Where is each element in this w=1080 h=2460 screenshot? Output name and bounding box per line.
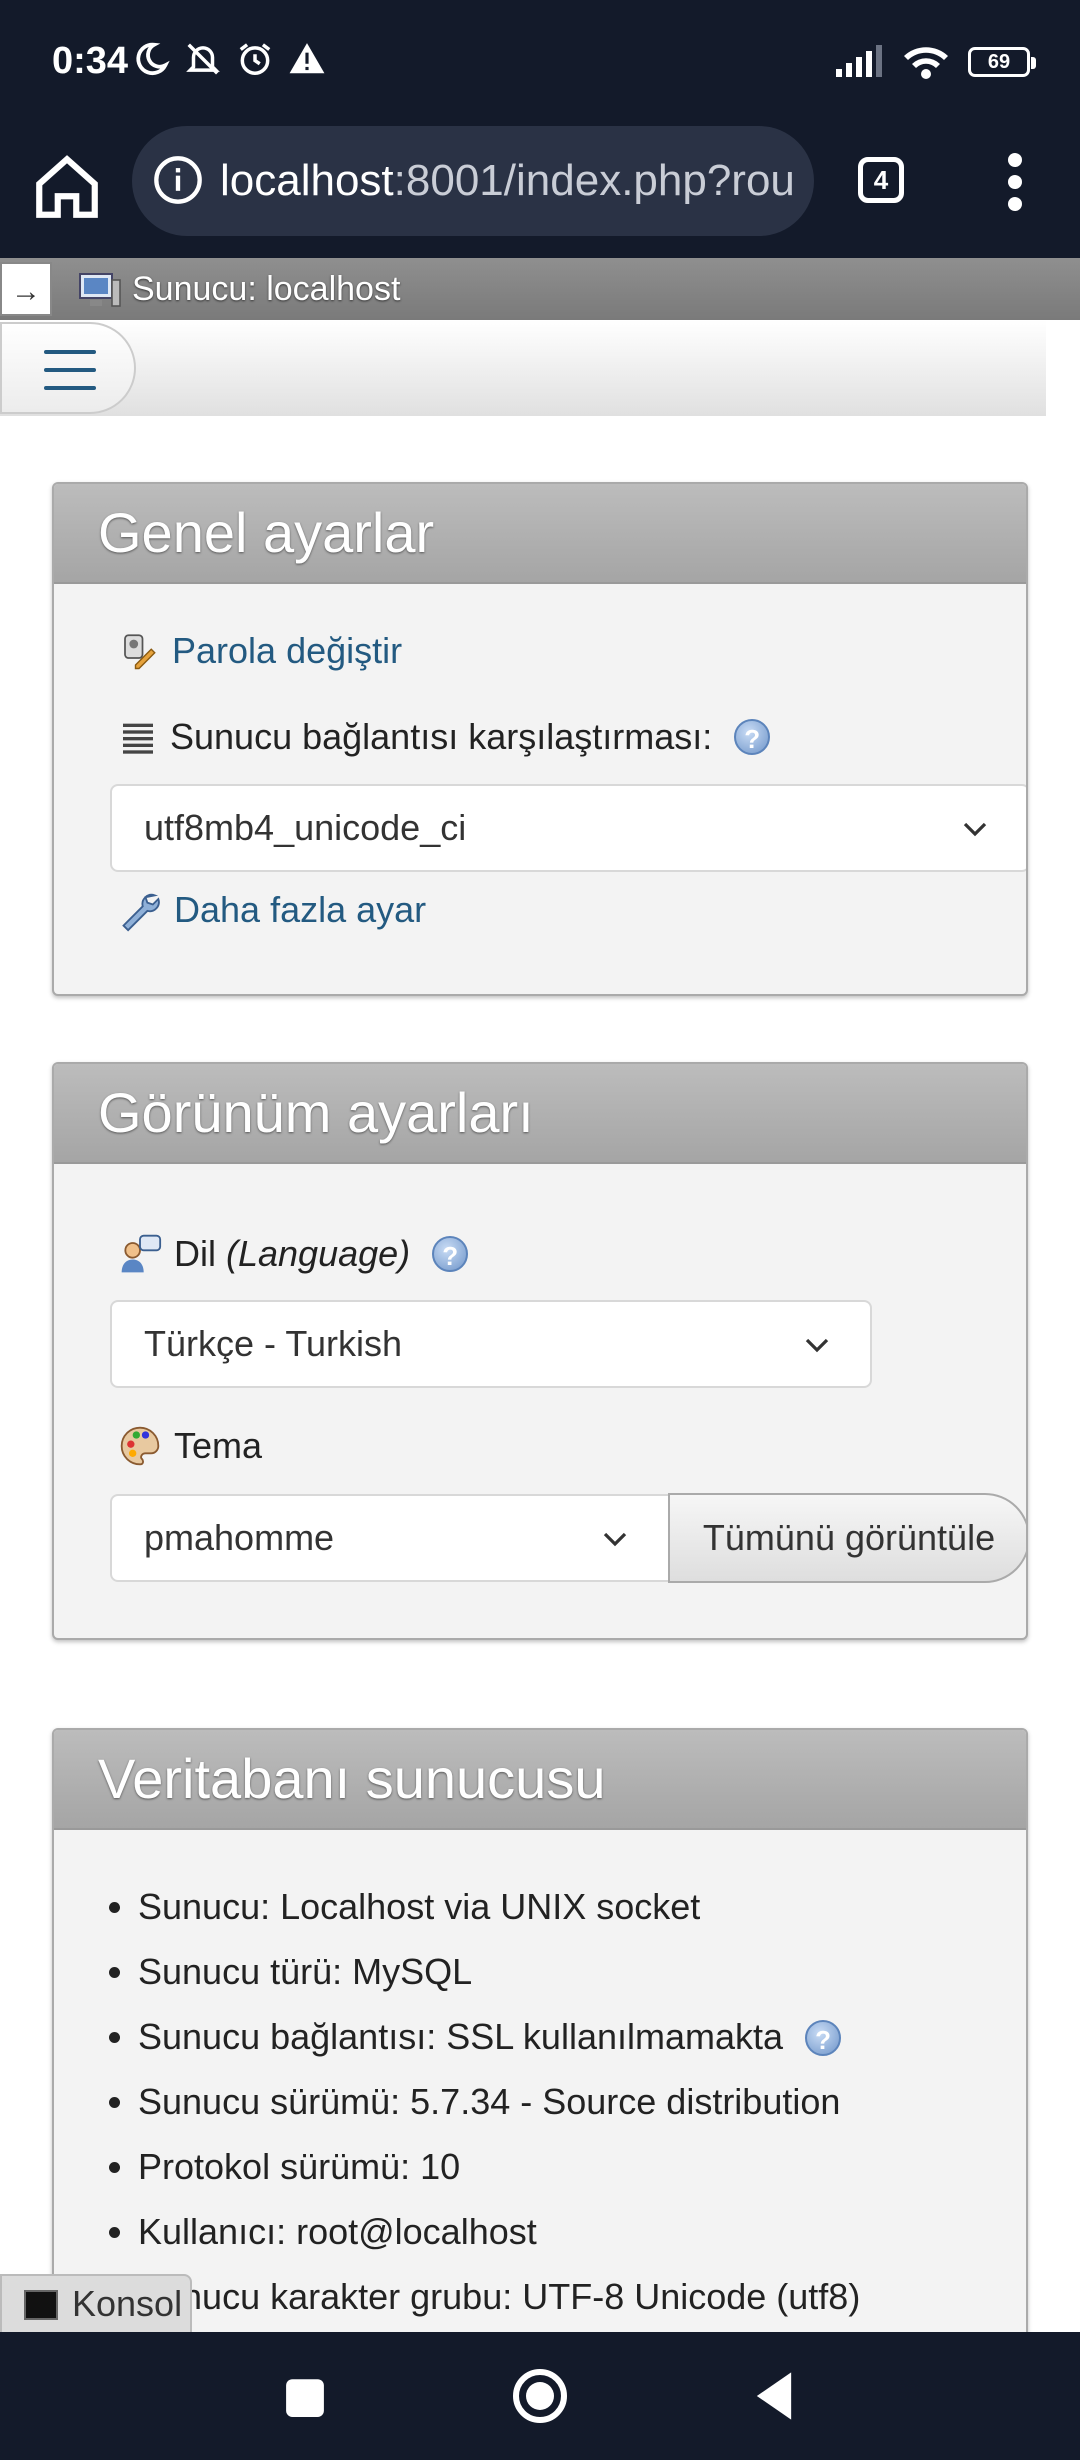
theme-select-value: pmahomme <box>144 1517 335 1558</box>
more-settings-row[interactable]: Daha fazla ayar <box>118 888 426 932</box>
console-label: Konsol <box>72 2283 183 2324</box>
change-password-link[interactable]: Parola değiştir <box>172 630 402 672</box>
password-edit-icon <box>124 634 156 670</box>
language-label-row: Dil (Language) ? <box>118 1232 469 1276</box>
battery-icon: 69 <box>968 47 1036 77</box>
panel-title: Görünüm ayarları <box>54 1064 1026 1164</box>
server-info-list: Sunucu: Localhost via UNIX socket Sunucu… <box>98 1874 860 2329</box>
server-breadcrumb[interactable]: Sunucu: localhost <box>132 270 400 309</box>
status-bar: 0:34 69 <box>0 0 1080 120</box>
collation-label-row: Sunucu bağlantısı karşılaştırması: ? <box>118 716 771 758</box>
theme-label-row: Tema <box>118 1424 262 1468</box>
status-left-icons <box>132 40 326 78</box>
console-button[interactable]: Konsol <box>0 2274 192 2334</box>
collation-select[interactable]: utf8mb4_unicode_ci <box>110 784 1026 872</box>
help-icon[interactable]: ? <box>805 2020 842 2056</box>
home-icon[interactable] <box>30 150 104 224</box>
language-select-value: Türkçe - Turkish <box>144 1323 403 1364</box>
appearance-settings-panel: Görünüm ayarları Dil (Language) ? Türkçe… <box>52 1062 1028 1640</box>
hamburger-line <box>44 368 96 372</box>
chevron-down-icon <box>963 822 987 837</box>
palette-icon <box>120 1426 160 1466</box>
system-navigation-bar <box>0 2332 1080 2460</box>
url-host: localhost <box>220 156 394 205</box>
moon-icon <box>136 42 170 76</box>
hamburger-line <box>44 386 96 390</box>
list-item: Sunucu: Localhost via UNIX socket <box>138 1874 860 1939</box>
alarm-icon <box>239 43 271 75</box>
chevron-down-icon <box>603 1532 627 1547</box>
signal-icon <box>836 45 882 77</box>
general-settings-panel: Genel ayarlar Parola değiştir Sunucu bağ… <box>52 482 1028 996</box>
url-path: :8001/index.php?rou <box>393 156 795 205</box>
theme-label: Tema <box>174 1425 263 1466</box>
collation-select-value: utf8mb4_unicode_ci <box>144 807 467 848</box>
chevron-down-icon <box>805 1338 829 1353</box>
server-icon <box>79 273 121 307</box>
wrench-icon <box>122 893 160 932</box>
address-bar[interactable]: localhost:8001/index.php?rou <box>132 126 814 236</box>
language-label: Dil <box>174 1233 216 1274</box>
hamburger-line <box>44 350 96 354</box>
list-item: Kullanıcı: root@localhost <box>138 2199 860 2264</box>
list-item-text: Sunucu türü: MySQL <box>138 1951 473 1992</box>
more-settings-link[interactable]: Daha fazla ayar <box>174 889 426 931</box>
url-text[interactable]: localhost:8001/index.php?rou <box>220 156 795 206</box>
navigation-toggle-arrow[interactable]: → <box>0 262 52 316</box>
bell-off-icon <box>186 43 220 75</box>
collation-label: Sunucu bağlantısı karşılaştırması: <box>170 716 713 757</box>
panel-title: Veritabanı sunucusu <box>54 1730 1026 1830</box>
list-item: Sunucu bağlantısı: SSL kullanılmamakta? <box>138 2004 860 2069</box>
list-item-text: Sunucu bağlantısı: SSL kullanılmamakta <box>138 2016 784 2057</box>
console-icon <box>24 2290 58 2320</box>
language-icon <box>121 1234 162 1273</box>
recents-icon[interactable] <box>284 2366 326 2426</box>
wifi-icon <box>904 47 948 79</box>
status-time: 0:34 <box>52 40 129 82</box>
info-icon[interactable] <box>152 154 204 206</box>
back-icon[interactable] <box>752 2366 796 2426</box>
home-nav-icon[interactable] <box>510 2366 570 2426</box>
language-label-en: (Language) <box>226 1233 411 1274</box>
collation-icon <box>123 723 153 754</box>
change-password-row[interactable]: Parola değiştir <box>118 630 402 672</box>
list-item: Sunucu karakter grubu: UTF-8 Unicode (ut… <box>138 2264 860 2329</box>
help-icon[interactable]: ? <box>432 1236 469 1272</box>
top-menu-row <box>0 320 1046 416</box>
panel-title: Genel ayarlar <box>54 484 1026 584</box>
hamburger-menu-button[interactable] <box>0 322 136 414</box>
database-server-panel: Veritabanı sunucusu Sunucu: Localhost vi… <box>52 1728 1028 2368</box>
more-menu-icon[interactable] <box>1000 152 1030 212</box>
server-breadcrumb-strip: → Sunucu: localhost <box>0 258 1080 320</box>
tab-switcher-button[interactable]: 4 <box>858 157 904 203</box>
list-item: Sunucu türü: MySQL <box>138 1939 860 2004</box>
language-select[interactable]: Türkçe - Turkish <box>110 1300 872 1388</box>
help-icon[interactable]: ? <box>734 719 771 755</box>
warning-icon <box>289 43 325 74</box>
list-item: Protokol sürümü: 10 <box>138 2134 860 2199</box>
list-item: Sunucu sürümü: 5.7.34 - Source distribut… <box>138 2069 860 2134</box>
view-all-themes-button[interactable]: Tümünü görüntüle <box>668 1493 1026 1583</box>
theme-select[interactable]: pmahomme <box>110 1494 670 1582</box>
browser-toolbar: localhost:8001/index.php?rou 4 <box>0 120 1080 258</box>
status-right-icons: 69 <box>834 44 1036 80</box>
